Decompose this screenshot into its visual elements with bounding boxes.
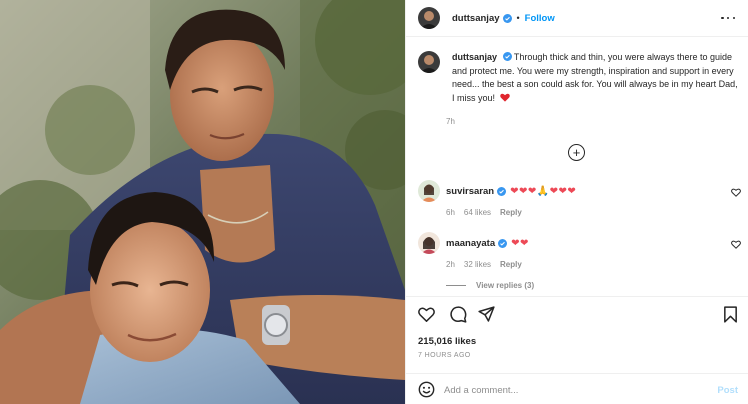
comment-like-heart-icon[interactable] xyxy=(731,240,741,249)
caption-text-block: duttsanjay Through thick and thin, you w… xyxy=(452,51,742,105)
actions-divider xyxy=(406,296,748,297)
post-photo[interactable] xyxy=(0,0,405,404)
red-heart-emoji-icon xyxy=(499,93,510,102)
comment-like-heart-icon[interactable] xyxy=(731,188,741,197)
reply-button[interactable]: Reply xyxy=(500,260,522,269)
comment-verified-badge-icon xyxy=(497,186,507,196)
share-icon[interactable] xyxy=(478,306,495,323)
comment-item: suvirsaran ❤❤❤🙏❤❤❤ 6h 64 likes Reply xyxy=(418,180,743,217)
add-comment-input[interactable] xyxy=(444,382,704,398)
post-header: duttsanjay • Follow xyxy=(406,0,748,37)
comment-text: ❤❤ xyxy=(511,237,529,249)
caption-time[interactable]: 7h xyxy=(446,117,455,126)
view-replies-button[interactable]: View replies (3) xyxy=(446,281,534,290)
view-replies-label: View replies (3) xyxy=(476,281,535,290)
emoji-icon[interactable] xyxy=(418,381,435,398)
add-comment-divider xyxy=(406,373,748,374)
author-username[interactable]: duttsanjay xyxy=(452,13,500,24)
comment-item: maanayata ❤❤ 2h 32 likes Reply xyxy=(418,232,743,269)
commenter-avatar[interactable] xyxy=(418,180,440,202)
view-replies-line xyxy=(446,285,466,286)
bookmark-icon[interactable] xyxy=(722,306,739,323)
post-photo-image xyxy=(0,0,405,404)
caption-verified-badge-icon xyxy=(502,52,512,61)
comment-likes[interactable]: 32 likes xyxy=(464,260,491,269)
commenter-avatar[interactable] xyxy=(418,232,440,254)
comment-likes[interactable]: 64 likes xyxy=(464,208,491,217)
header-separator: • xyxy=(516,13,520,23)
heart-icon[interactable] xyxy=(418,306,435,323)
comment-icon[interactable] xyxy=(450,306,467,323)
post-comment-button[interactable]: Post xyxy=(717,385,738,396)
comment-meta: 2h 32 likes Reply xyxy=(446,260,743,269)
comment-username[interactable]: maanayata xyxy=(446,238,495,249)
comment-username[interactable]: suvirsaran xyxy=(446,186,494,197)
follow-button[interactable]: Follow xyxy=(525,13,555,24)
caption-username[interactable]: duttsanjay xyxy=(452,52,497,62)
post-side-panel: duttsanjay • Follow duttsanjay Through t… xyxy=(405,0,748,404)
comment-time[interactable]: 2h xyxy=(446,260,455,269)
author-avatar[interactable] xyxy=(418,7,440,29)
likes-count[interactable]: 215,016 likes xyxy=(418,336,476,347)
comment-time[interactable]: 6h xyxy=(446,208,455,217)
reply-button[interactable]: Reply xyxy=(500,208,522,217)
verified-badge-icon xyxy=(502,13,512,23)
caption-avatar[interactable] xyxy=(418,51,440,73)
comment-text: ❤❤❤🙏❤❤❤ xyxy=(510,185,577,197)
post-caption: duttsanjay Through thick and thin, you w… xyxy=(418,51,743,105)
more-options-icon[interactable] xyxy=(721,13,735,23)
comment-verified-badge-icon xyxy=(498,238,508,248)
instagram-post-view: duttsanjay • Follow duttsanjay Through t… xyxy=(0,0,748,404)
comment-meta: 6h 64 likes Reply xyxy=(446,208,743,217)
post-time-ago[interactable]: 7 HOURS AGO xyxy=(418,352,471,359)
plus-circle-icon[interactable]: + xyxy=(568,144,585,161)
